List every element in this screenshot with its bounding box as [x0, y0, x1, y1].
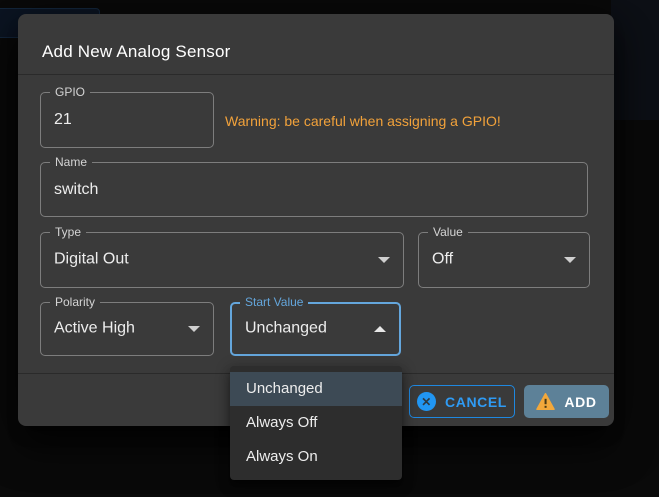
- chevron-down-icon: [188, 326, 200, 332]
- name-field[interactable]: Name: [40, 162, 588, 217]
- type-select[interactable]: Type Digital Out: [40, 232, 404, 288]
- menu-item-always-on[interactable]: Always On: [230, 440, 402, 474]
- gpio-input[interactable]: [54, 93, 206, 147]
- title-divider: [18, 74, 614, 75]
- polarity-select[interactable]: Polarity Active High: [40, 302, 214, 356]
- type-select-value: Digital Out: [54, 251, 129, 269]
- value-select[interactable]: Value Off: [418, 232, 590, 288]
- cancel-button-label: CANCEL: [445, 394, 507, 410]
- cancel-button[interactable]: ✕ CANCEL: [409, 385, 515, 418]
- start-value-select-value: Unchanged: [245, 320, 327, 338]
- menu-item-always-off[interactable]: Always Off: [230, 406, 402, 440]
- background-panel-edge: [611, 0, 659, 120]
- type-select-label: Type: [50, 225, 86, 240]
- chevron-up-icon: [374, 326, 386, 332]
- add-button[interactable]: ADD: [524, 385, 609, 418]
- gpio-field[interactable]: GPIO: [40, 92, 214, 148]
- name-input[interactable]: [54, 163, 580, 216]
- value-select-label: Value: [428, 225, 468, 240]
- add-analog-sensor-dialog: Add New Analog Sensor GPIO Warning: be c…: [18, 14, 614, 426]
- start-value-select-label: Start Value: [240, 295, 308, 310]
- gpio-warning-text: Warning: be careful when assigning a GPI…: [225, 113, 501, 129]
- polarity-select-label: Polarity: [50, 295, 100, 310]
- warning-triangle-icon: [536, 393, 555, 410]
- dialog-title: Add New Analog Sensor: [42, 42, 231, 62]
- add-button-label: ADD: [564, 394, 596, 410]
- chevron-down-icon: [564, 257, 576, 263]
- menu-item-unchanged[interactable]: Unchanged: [230, 372, 402, 406]
- polarity-select-value: Active High: [54, 320, 135, 338]
- cancel-circle-x-icon: ✕: [417, 392, 436, 411]
- chevron-down-icon: [378, 257, 390, 263]
- start-value-select[interactable]: Start Value Unchanged: [230, 302, 401, 356]
- value-select-value: Off: [432, 251, 453, 269]
- start-value-dropdown-menu: Unchanged Always Off Always On: [230, 366, 402, 480]
